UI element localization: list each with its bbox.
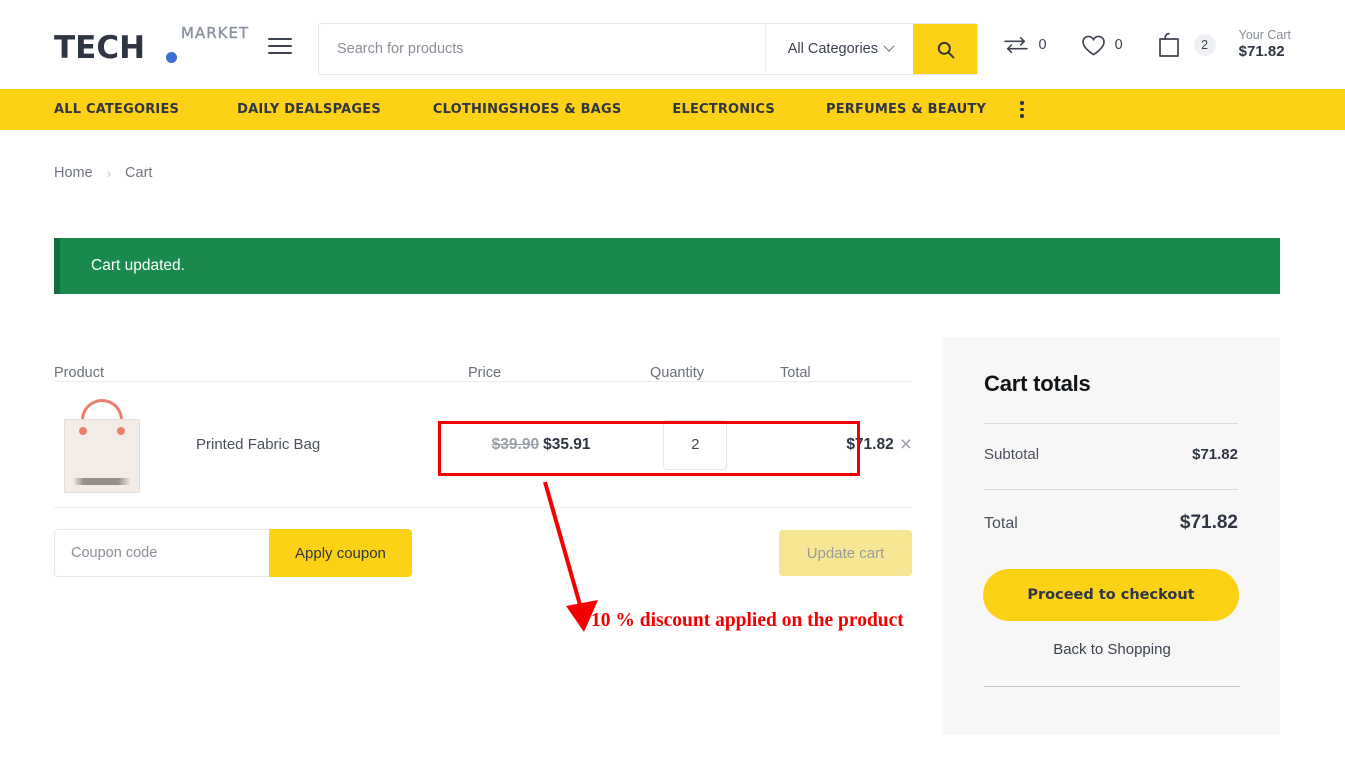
- logo-dot-icon: [166, 52, 177, 63]
- column-header-total: Total: [780, 365, 912, 381]
- hamburger-icon[interactable]: [268, 38, 292, 54]
- breadcrumb-current: Cart: [125, 165, 152, 181]
- header-actions: 0 0 2 Your Cart $71.82: [968, 22, 1292, 68]
- site-logo[interactable]: TECH MARKET: [54, 24, 284, 64]
- wishlist-button[interactable]: 0: [1081, 34, 1123, 57]
- nav-item-electronics[interactable]: ELECTRONICS: [672, 102, 775, 117]
- cart-item-product-cell: Printed Fabric Bag: [54, 397, 462, 493]
- nav-item-perfumes-beauty[interactable]: PERFUMES & BEAUTY: [826, 102, 986, 117]
- back-to-shopping-link[interactable]: Back to Shopping: [984, 641, 1240, 658]
- nav-item-clothing[interactable]: CLOTHING: [433, 102, 509, 117]
- subtotal-label: Subtotal: [984, 446, 1039, 463]
- coupon-group: Apply coupon: [54, 529, 412, 577]
- vertical-dots-icon[interactable]: [1020, 101, 1024, 118]
- apply-coupon-button[interactable]: Apply coupon: [269, 529, 412, 577]
- remove-item-icon[interactable]: ×: [900, 434, 912, 455]
- subtotal-row: Subtotal $71.82: [984, 424, 1238, 463]
- alert-message: Cart updated.: [60, 257, 185, 275]
- compare-count: 0: [1039, 37, 1047, 53]
- total-value: $71.82: [1180, 512, 1238, 534]
- search-icon: [936, 40, 955, 59]
- bag-body-shape: [64, 419, 140, 493]
- logo-text-sub: MARKET: [181, 24, 249, 42]
- divider: [984, 686, 1240, 687]
- annotation-label: 10 % discount applied on the product: [591, 610, 904, 632]
- search-category-label: All Categories: [788, 41, 878, 57]
- search-input[interactable]: [319, 24, 765, 74]
- cart-item-price-cell: $39.90$35.91: [462, 436, 642, 454]
- table-row: Printed Fabric Bag $39.90$35.91 $71.82 ×: [54, 382, 912, 508]
- total-label: Total: [984, 515, 1018, 533]
- nav-item-pages[interactable]: PAGES: [333, 102, 381, 117]
- bag-rivet-left: [79, 427, 87, 435]
- cart-totals-title: Cart totals: [984, 371, 1238, 397]
- cart-summary: Your Cart $71.82: [1239, 28, 1291, 62]
- breadcrumb-home[interactable]: Home: [54, 165, 93, 181]
- proceed-to-checkout-button[interactable]: Proceed to checkout: [983, 569, 1239, 621]
- cart-item-quantity-cell: [641, 420, 769, 470]
- price-original: $39.90: [492, 436, 539, 453]
- price-discounted: $35.91: [543, 436, 590, 453]
- compare-icon: [1002, 34, 1030, 56]
- cart-updated-alert: Cart updated.: [54, 238, 1280, 294]
- cart-item-total: $71.82: [770, 436, 900, 454]
- cart-actions-row: Apply coupon Update cart: [54, 529, 912, 577]
- column-header-quantity: Quantity: [650, 365, 780, 381]
- nav-item-all-categories[interactable]: ALL CATEGORIES: [54, 102, 179, 117]
- total-row: Total $71.82: [984, 490, 1238, 534]
- column-header-product: Product: [54, 365, 468, 381]
- site-header: TECH MARKET All Categories: [0, 0, 1345, 89]
- product-name[interactable]: Printed Fabric Bag: [196, 436, 320, 453]
- nav-item-daily-deals[interactable]: DAILY DEALS: [237, 102, 332, 117]
- quantity-input[interactable]: [663, 420, 727, 470]
- heart-icon: [1081, 34, 1106, 57]
- cart-summary-label: Your Cart: [1239, 28, 1291, 44]
- cart-table-header: Product Price Quantity Total: [54, 340, 912, 382]
- cart-item-count-badge: 2: [1194, 34, 1216, 56]
- nav-item-shoes-bags[interactable]: SHOES & BAGS: [509, 102, 621, 117]
- compare-button[interactable]: 0: [1002, 34, 1047, 56]
- update-cart-button[interactable]: Update cart: [779, 530, 912, 576]
- chevron-down-icon: [883, 41, 894, 52]
- cart-page: TECH MARKET All Categories: [0, 0, 1345, 764]
- coupon-input[interactable]: [54, 529, 269, 577]
- cart-button[interactable]: 2 Your Cart $71.82: [1157, 28, 1291, 62]
- column-header-price: Price: [468, 365, 650, 381]
- subtotal-value: $71.82: [1192, 446, 1238, 463]
- cart-table: Product Price Quantity Total Printed Fab…: [54, 340, 912, 508]
- search-category-dropdown[interactable]: All Categories: [765, 24, 913, 74]
- shopping-bag-icon: [1157, 32, 1181, 58]
- wishlist-count: 0: [1115, 37, 1123, 53]
- bag-rivet-right: [117, 427, 125, 435]
- product-thumbnail[interactable]: [64, 397, 140, 493]
- logo-text-main: TECH: [54, 28, 145, 68]
- cart-item-remove-cell: ×: [900, 434, 912, 455]
- breadcrumb-separator-icon: ›: [107, 166, 111, 181]
- main-navigation: ALL CATEGORIES DAILY DEALS PAGES CLOTHIN…: [0, 89, 1345, 130]
- cart-totals-panel: Cart totals Subtotal $71.82 Total $71.82…: [942, 337, 1280, 735]
- search-bar: All Categories: [318, 23, 978, 75]
- cart-summary-amount: $71.82: [1239, 43, 1291, 62]
- breadcrumb: Home › Cart: [54, 165, 152, 181]
